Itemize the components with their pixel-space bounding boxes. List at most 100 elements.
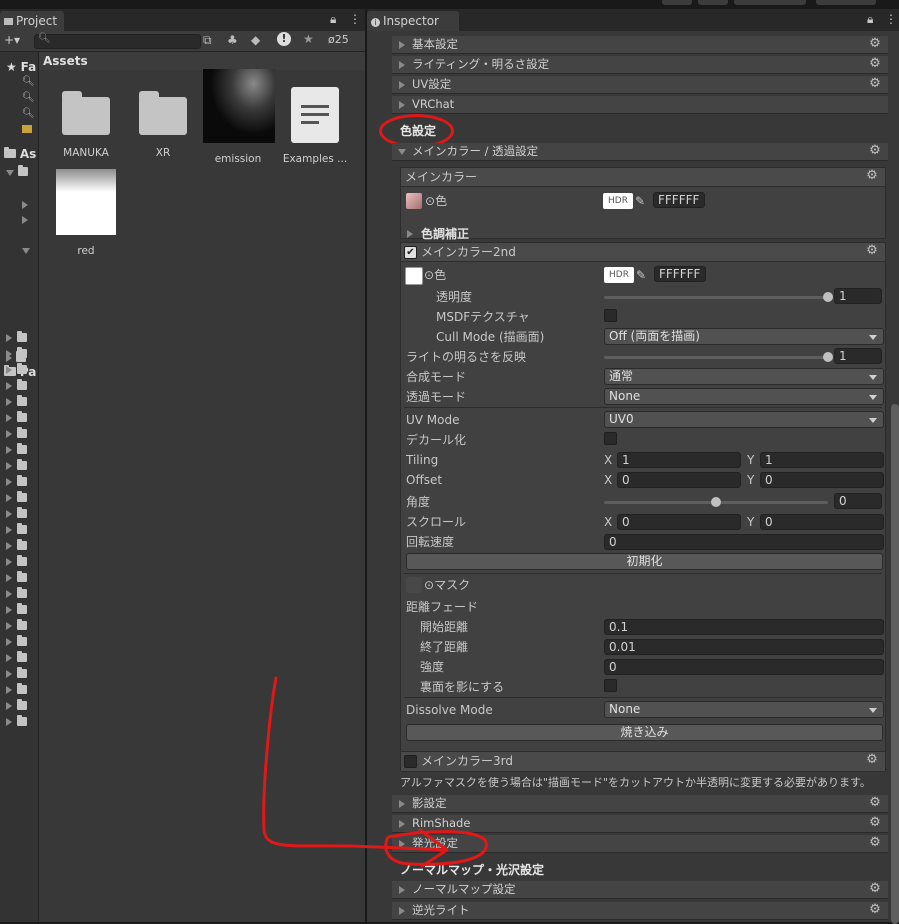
light-field[interactable]: 1	[834, 348, 882, 364]
color-adjust-foldout[interactable]: 色調補正	[421, 225, 469, 243]
opacity-slider-track[interactable]	[604, 296, 828, 299]
tree-row[interactable]	[6, 523, 27, 537]
tree-row[interactable]	[6, 507, 27, 521]
rotation-speed-field[interactable]: 0	[604, 534, 884, 550]
angle-slider-knob[interactable]	[711, 497, 721, 507]
kebab-menu-icon[interactable]: ⋮	[885, 12, 897, 26]
tiling-x-field[interactable]: 1	[617, 452, 741, 468]
asset-item-texture[interactable]: emission	[203, 69, 275, 165]
enable-checkbox[interactable]: ✔	[404, 246, 417, 259]
decal-checkbox[interactable]	[604, 432, 617, 445]
light-slider-knob[interactable]	[823, 352, 833, 362]
assets-breadcrumb[interactable]: Assets	[39, 52, 365, 70]
kebab-menu-icon[interactable]: ⋮	[349, 12, 361, 26]
cull-mode-dropdown[interactable]: Off (両面を描画)	[604, 328, 884, 345]
light-slider-track[interactable]	[604, 356, 828, 359]
section-lighting[interactable]: ライティング・明るさ設定 ⚙	[392, 56, 888, 74]
tab-inspector[interactable]: i Inspector	[367, 11, 459, 31]
gear-icon[interactable]: ⚙	[868, 836, 882, 850]
uv-mode-dropdown[interactable]: UV0	[604, 411, 884, 428]
label-tag-icon[interactable]: ◆	[251, 33, 260, 47]
tree-row[interactable]	[6, 443, 27, 457]
gear-icon[interactable]: ⚙	[868, 57, 882, 71]
gear-icon[interactable]: ⚙	[868, 37, 882, 51]
tree-row[interactable]	[22, 198, 28, 212]
create-plus-icon[interactable]: +▾	[4, 33, 20, 47]
tree-row[interactable]	[6, 587, 27, 601]
alpha-mode-dropdown[interactable]: None	[604, 388, 884, 405]
tree-row[interactable]	[6, 347, 27, 361]
tiling-y-field[interactable]: 1	[760, 452, 884, 468]
gear-icon[interactable]: ⚙	[865, 244, 879, 258]
filter-type-icon[interactable]: ♣	[227, 33, 238, 47]
tree-row[interactable]	[6, 683, 27, 697]
tree-row[interactable]	[6, 651, 27, 665]
gear-icon[interactable]: ⚙	[868, 77, 882, 91]
angle-field[interactable]: 0	[834, 493, 882, 509]
search-icon[interactable]: 🔍︎	[22, 108, 35, 119]
backface-shadow-checkbox[interactable]	[604, 679, 617, 692]
section-backlight[interactable]: 逆光ライト ⚙	[392, 902, 888, 920]
hidden-packages-toggle[interactable]: ø25	[328, 33, 349, 46]
search-input[interactable]: 🔍︎	[34, 33, 201, 49]
tree-row[interactable]	[6, 619, 27, 633]
asset-item-texture[interactable]: red	[51, 169, 121, 257]
assets-tree-root[interactable]: As	[4, 147, 36, 161]
opacity-slider-knob[interactable]	[823, 292, 833, 302]
mask-texture-slot[interactable]	[406, 577, 422, 593]
hex-color-field[interactable]: FFFFFF	[654, 266, 706, 282]
asset-item-folder[interactable]: XR	[128, 91, 198, 159]
gear-icon[interactable]: ⚙	[865, 169, 879, 183]
section-main-color-transparency[interactable]: メインカラー / 透過設定 ⚙	[392, 143, 888, 161]
hdr-color-swatch[interactable]: HDR	[603, 193, 633, 209]
tree-row[interactable]	[6, 331, 27, 345]
tree-row[interactable]	[6, 715, 27, 729]
reset-button[interactable]: 初期化	[406, 553, 883, 570]
section-uv[interactable]: UV設定 ⚙	[392, 76, 888, 94]
blend-mode-dropdown[interactable]: 通常	[604, 368, 884, 385]
tree-row[interactable]	[6, 363, 27, 377]
folder-tree[interactable]: ★ Fa 🔍︎ 🔍︎ 🔍︎ As Pa	[0, 52, 39, 922]
dissolve-mode-dropdown[interactable]: None	[604, 701, 884, 718]
tree-row[interactable]	[22, 243, 30, 257]
offset-y-field[interactable]: 0	[760, 472, 884, 488]
section-vrchat[interactable]: VRChat	[392, 96, 888, 114]
search-icon[interactable]: 🔍︎	[22, 92, 35, 103]
fade-start-field[interactable]: 0.1	[604, 619, 884, 635]
tab-project[interactable]: Project	[0, 11, 64, 31]
tree-row[interactable]	[6, 379, 27, 393]
strength-field[interactable]: 0	[604, 659, 884, 675]
gear-icon[interactable]: ⚙	[865, 753, 879, 767]
toolbar-button[interactable]	[662, 0, 692, 5]
scroll-x-field[interactable]: 0	[617, 514, 741, 530]
favorites-row[interactable]: ★ Fa	[6, 60, 36, 74]
star-icon[interactable]: ★	[303, 32, 314, 46]
tree-row[interactable]	[6, 667, 27, 681]
tree-row[interactable]	[22, 213, 28, 227]
toolbar-button[interactable]	[698, 0, 728, 5]
search-icon[interactable]: 🔍︎	[22, 76, 35, 87]
tree-row[interactable]	[6, 699, 27, 713]
eyedropper-icon[interactable]: ✎	[636, 266, 646, 284]
lock-icon[interactable]: 🔒︎	[330, 12, 336, 27]
tree-row[interactable]	[6, 427, 27, 441]
filter-window-icon[interactable]: ⧉	[203, 33, 212, 48]
section-basic-settings[interactable]: 基本設定 ⚙	[392, 36, 888, 54]
fade-end-field[interactable]: 0.01	[604, 639, 884, 655]
lock-icon[interactable]: 🔒︎	[867, 12, 873, 27]
texture-slot[interactable]	[406, 193, 422, 209]
tree-row[interactable]	[6, 555, 27, 569]
asset-item-document[interactable]: Examples ...	[280, 87, 350, 165]
inspector-scrollbar[interactable]	[891, 404, 899, 924]
tree-row[interactable]	[6, 475, 27, 489]
eyedropper-icon[interactable]: ✎	[635, 192, 645, 210]
section-normal-map[interactable]: ノーマルマップ設定 ⚙	[392, 881, 888, 899]
tree-row[interactable]	[6, 635, 27, 649]
tree-row[interactable]	[6, 491, 27, 505]
tree-row[interactable]	[6, 603, 27, 617]
tree-row[interactable]	[6, 539, 27, 553]
gear-icon[interactable]: ⚙	[868, 903, 882, 917]
favorite-folder-icon[interactable]	[22, 125, 32, 133]
toolbar-button[interactable]	[816, 0, 876, 5]
opacity-field[interactable]: 1	[834, 288, 882, 304]
